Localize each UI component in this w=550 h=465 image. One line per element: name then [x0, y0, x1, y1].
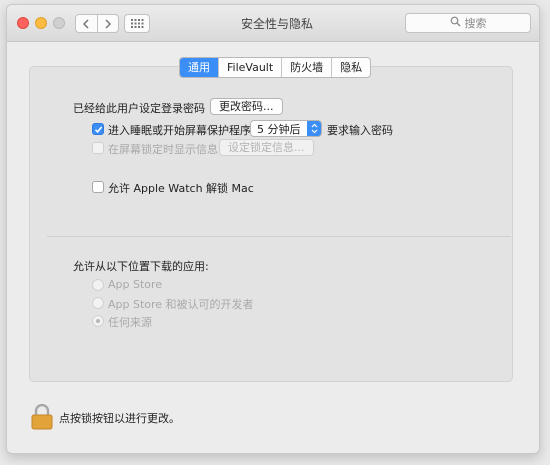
require-password-checkbox[interactable] [92, 123, 104, 135]
lock-hint-text: 点按锁按钮以进行更改。 [59, 412, 180, 425]
apple-watch-checkbox[interactable] [92, 181, 104, 193]
tab-privacy[interactable]: 隐私 [332, 58, 370, 77]
chevron-right-icon[interactable] [98, 15, 119, 32]
lock-message-label: 在屏幕锁定时显示信息 [108, 143, 218, 156]
radio-app-store-label: App Store [108, 278, 163, 291]
tab-bar: 通用 FileVault 防火墙 隐私 [179, 57, 372, 78]
radio-identified-developers[interactable] [92, 297, 104, 309]
updown-arrows-icon [307, 121, 321, 136]
password-delay-value: 5 分钟后 [257, 122, 301, 136]
password-set-label: 已经给此用户设定登录密码 [73, 102, 205, 115]
require-password-suffix: 要求输入密码 [327, 124, 393, 137]
lock-message-checkbox[interactable] [92, 142, 104, 154]
search-placeholder: 搜索 [464, 17, 487, 30]
radio-app-store[interactable] [92, 279, 104, 291]
set-lock-message-button[interactable]: 设定锁定信息... [219, 139, 314, 156]
zoom-window-button[interactable] [53, 17, 65, 29]
radio-identified-developers-label: App Store 和被认可的开发者 [108, 298, 254, 311]
minimize-window-button[interactable] [35, 17, 47, 29]
chevron-left-icon[interactable] [76, 15, 98, 32]
window-title: 安全性与隐私 [240, 17, 313, 31]
title-bar: 安全性与隐私 搜索 [7, 5, 539, 42]
search-icon [450, 16, 461, 30]
checkmark-icon [94, 126, 103, 133]
grid-icon[interactable] [124, 14, 150, 33]
preferences-window: 安全性与隐私 搜索 通用 FileVault 防火墙 隐私 已经给此用户设定登录… [6, 4, 540, 454]
require-password-label: 进入睡眠或开始屏幕保护程序 [108, 124, 251, 137]
radio-anywhere-label: 任何来源 [108, 316, 152, 329]
tab-firewall[interactable]: 防火墙 [282, 58, 333, 77]
tab-general[interactable]: 通用 [180, 58, 219, 77]
lock-icon[interactable] [31, 403, 53, 430]
tab-filevault[interactable]: FileVault [219, 58, 283, 77]
nav-buttons [75, 14, 119, 33]
search-field[interactable]: 搜索 [405, 13, 531, 33]
downloads-heading: 允许从以下位置下载的应用: [73, 260, 209, 273]
password-delay-select[interactable]: 5 分钟后 [250, 120, 322, 137]
change-password-button[interactable]: 更改密码... [210, 98, 283, 115]
section-divider [47, 236, 511, 237]
radio-anywhere[interactable] [92, 315, 104, 327]
apple-watch-label: 允许 Apple Watch 解锁 Mac [108, 182, 254, 195]
close-window-button[interactable] [17, 17, 29, 29]
